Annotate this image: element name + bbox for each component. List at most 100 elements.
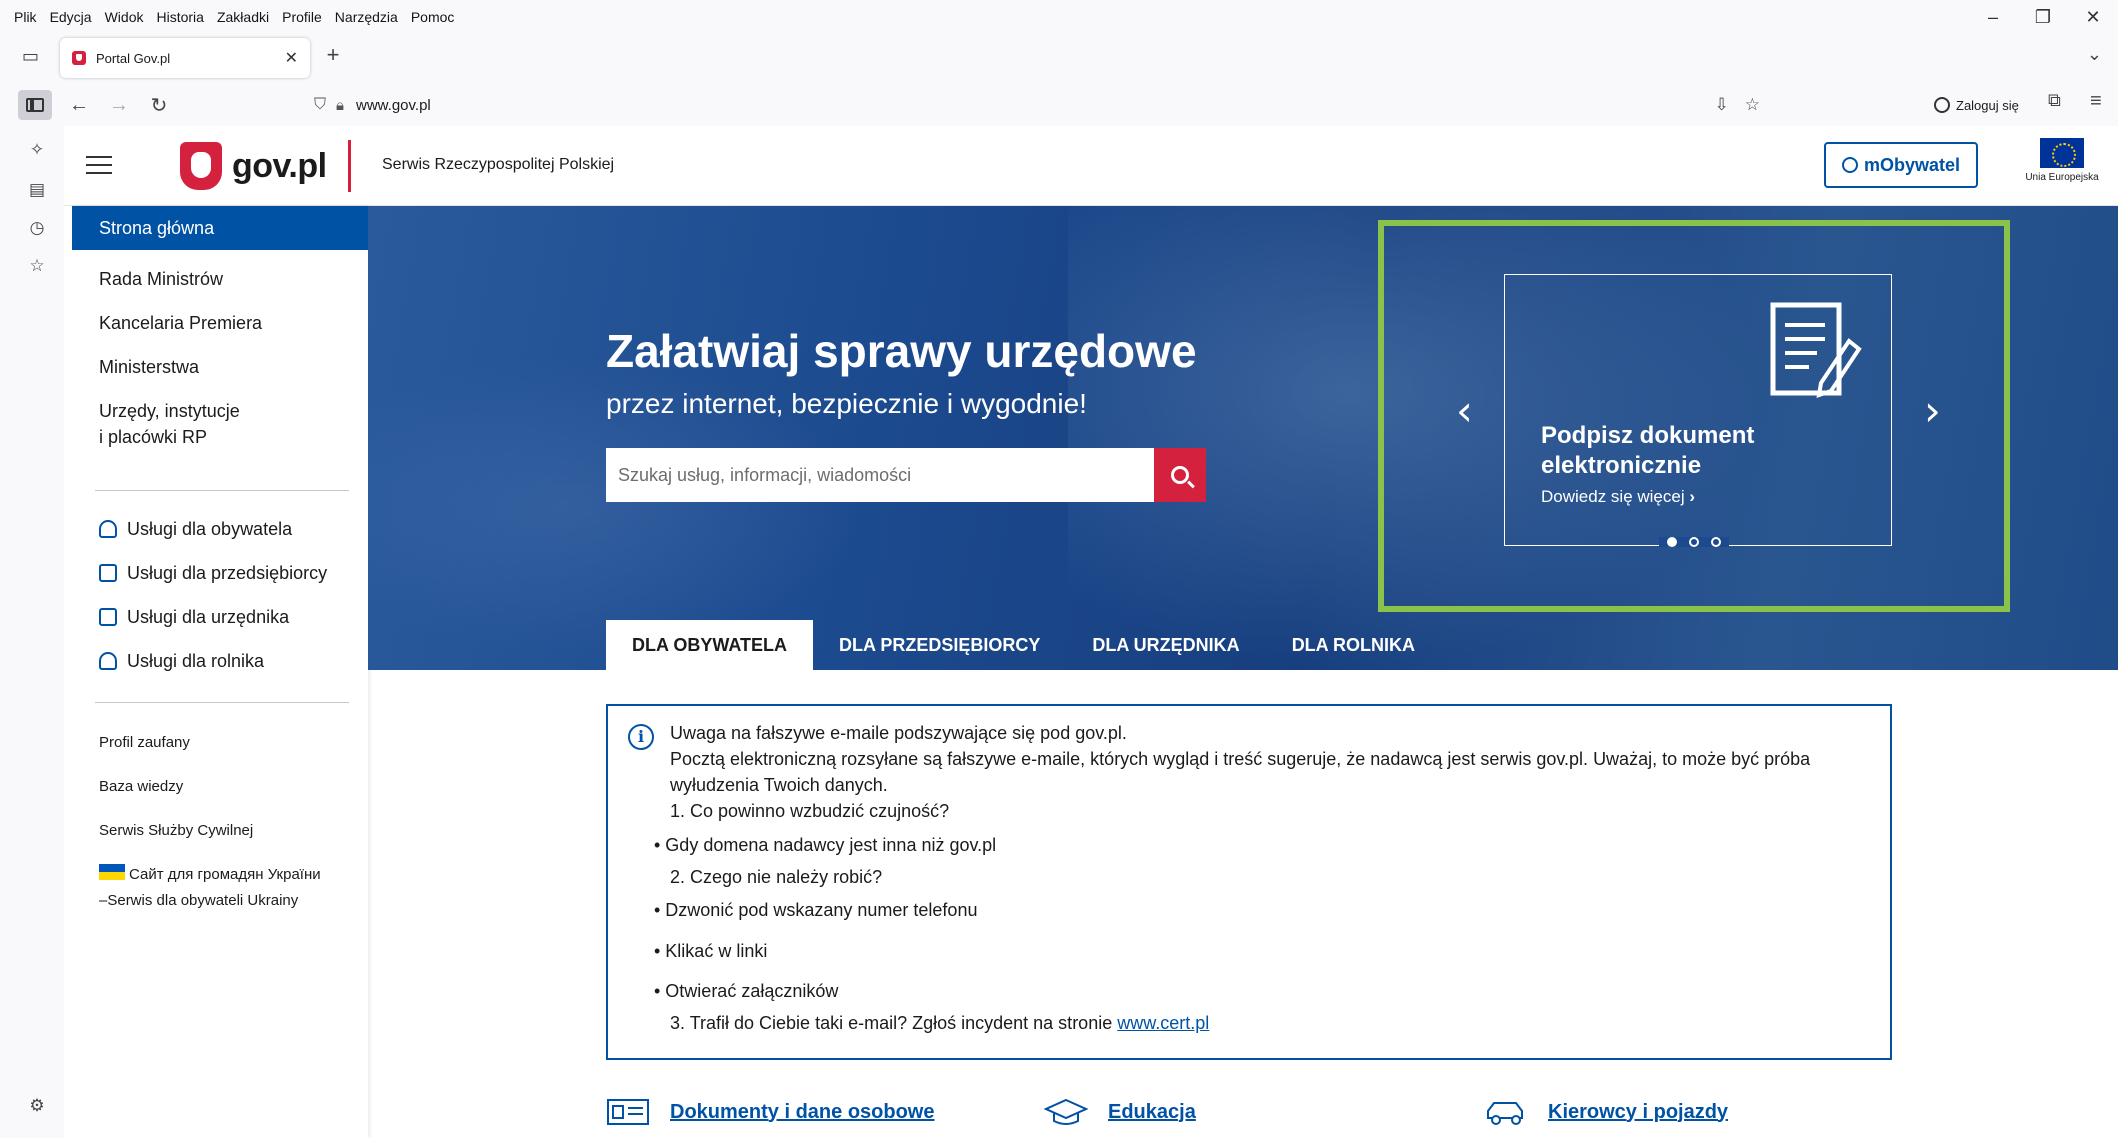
phishing-alert: i Uwaga na fałszywe e-maile podszywające… [606, 704, 1892, 1060]
nav-citizen-services[interactable]: Usługi dla obywatela [72, 516, 368, 542]
site-tagline: Serwis Rzeczypospolitej Polskiej [382, 156, 615, 173]
nav-ministries[interactable]: Ministerstwa [72, 354, 368, 380]
slide-title: Podpisz dokument elektronicznie [1541, 422, 1755, 479]
category-drivers[interactable]: Kierowcy i pojazdy [1484, 1096, 1728, 1128]
menu-help[interactable]: Pomoc [411, 9, 455, 25]
menu-edit[interactable]: Edycja [50, 9, 92, 25]
account-login-button[interactable]: Zaloguj się [1926, 88, 2027, 122]
url-text[interactable]: www.gov.pl [356, 97, 431, 114]
mobywatel-label: mObywatel [1863, 154, 1961, 175]
history-icon[interactable]: ◷ [26, 218, 48, 240]
tab-list-icon[interactable]: ▭ [22, 46, 46, 70]
alert-question-2: 2. Czego nie należy robić? [670, 867, 883, 887]
reload-button[interactable]: ↻ [144, 90, 174, 120]
tab-citizen[interactable]: DLA OBYWATELA [606, 620, 813, 670]
laptop-icon [99, 608, 117, 626]
settings-gear-icon[interactable]: ⚙ [26, 1096, 48, 1118]
menu-file[interactable]: Plik [14, 9, 37, 25]
slide-more-link[interactable]: Dowiedz się więcej › [1541, 487, 1695, 507]
tab-gov-portal[interactable]: Portal Gov.pl ✕ [60, 38, 310, 78]
alert-bullet: • Dzwonić pod wskazany numer telefonu [654, 900, 978, 920]
nav-home[interactable]: Strona główna [72, 206, 368, 250]
menu-bookmarks[interactable]: Zakładki [217, 9, 269, 25]
back-button[interactable]: ← [64, 90, 94, 120]
carousel-dot[interactable] [1711, 537, 1721, 547]
account-icon [1934, 97, 1950, 113]
nav-farmer-services[interactable]: Usługi dla rolnika [72, 648, 368, 674]
menu-tools[interactable]: Narzędzia [335, 9, 398, 25]
nav-ukraine-link[interactable]: Сайт для громадян України –Serwis dla ob… [72, 862, 368, 914]
gov-logo[interactable]: gov.pl [180, 142, 327, 190]
eu-flag-icon [2040, 138, 2084, 168]
nav-council-of-ministers[interactable]: Rada Ministrów [72, 266, 368, 292]
logo-text: gov.pl [232, 146, 327, 185]
tab-bar: ▭ Portal Gov.pl ✕ + ⌄ [8, 34, 2118, 84]
bookmarks-icon[interactable]: ☆ [26, 256, 48, 278]
ukraine-flag-icon [99, 864, 125, 880]
carousel-dot[interactable] [1667, 537, 1677, 547]
search-input[interactable] [606, 448, 1154, 502]
category-drivers-label: Kierowcy i pojazdy [1548, 1100, 1729, 1123]
close-window-button[interactable]: ✕ [2068, 0, 2118, 34]
audience-tabs: DLA OBYWATELA DLA PRZEDSIĘBIORCY DLA URZ… [606, 620, 1441, 670]
alert-bullet: • Otwierać załączników [654, 981, 839, 1001]
sidebar-toggle-button[interactable] [18, 90, 52, 120]
bookmark-star-icon[interactable]: ☆ [1745, 95, 1760, 115]
alert-text-1: Pocztą elektroniczną rozsyłane są fałszy… [670, 749, 1811, 769]
synced-tabs-icon[interactable]: ▤ [26, 180, 48, 202]
nav-civil-service[interactable]: Serwis Służby Cywilnej [72, 818, 368, 844]
forward-button[interactable]: → [104, 90, 134, 120]
search-button[interactable] [1154, 448, 1206, 502]
nav-chancellery[interactable]: Kancelaria Premiera [72, 310, 368, 336]
alert-title: Uwaga na fałszywe e-maile podszywające s… [670, 723, 1127, 743]
menu-view[interactable]: Widok [105, 9, 144, 25]
nav-offices-line2[interactable]: i placówki RP [72, 424, 368, 450]
category-documents[interactable]: Dokumenty i dane osobowe [606, 1096, 934, 1128]
save-page-icon[interactable]: ⇩ [1715, 95, 1729, 115]
tab-farmer[interactable]: DLA ROLNIKA [1266, 620, 1441, 670]
nav-official-services[interactable]: Usługi dla urzędnika [72, 604, 368, 630]
menu-profiles[interactable]: Profile [282, 9, 322, 25]
briefcase-icon [99, 564, 117, 582]
nav-trusted-profile[interactable]: Profil zaufany [72, 730, 368, 756]
car-icon [1487, 1102, 1523, 1125]
minimize-button[interactable]: – [1968, 0, 2018, 34]
promo-carousel: ‹ Podpisz dokument elektronicznie Dowied… [1378, 220, 2010, 612]
eu-label: Unia Europejska [2025, 172, 2099, 183]
url-bar[interactable]: ⛉ 🔒︎ www.gov.pl ⇩ ☆ [298, 88, 1768, 122]
carousel-slide[interactable]: Podpisz dokument elektronicznie Dowiedz … [1504, 274, 1892, 547]
nav-offices-line1[interactable]: Urzędy, instytucje [72, 398, 368, 424]
cert-link[interactable]: www.cert.pl [1117, 1013, 1209, 1033]
mobywatel-button[interactable]: mObywatel [1824, 142, 1978, 188]
tab-official[interactable]: DLA URZĘDNIKA [1066, 620, 1265, 670]
chevron-down-icon[interactable]: ⌄ [2087, 44, 2102, 65]
hamburger-icon[interactable] [86, 156, 112, 176]
browser-window: Plik Edycja Widok Historia Zakładki Prof… [8, 0, 2118, 1138]
side-navigation: Strona główna Rada Ministrów Kancelaria … [72, 206, 368, 1138]
lock-icon[interactable]: 🔒︎ [336, 97, 344, 114]
menu-history[interactable]: Historia [157, 9, 204, 25]
carousel-prev-icon[interactable]: ‹ [1456, 386, 1473, 435]
category-education-label: Edukacja [1108, 1100, 1196, 1123]
restore-button[interactable]: ❐ [2018, 0, 2068, 34]
new-tab-button[interactable]: + [318, 42, 348, 68]
category-education[interactable]: Edukacja [1044, 1096, 1196, 1128]
carousel-next-icon[interactable]: › [1924, 386, 1941, 435]
carousel-dots [1659, 537, 1729, 547]
extensions-icon[interactable]: ⧉ [2048, 90, 2061, 111]
tab-business[interactable]: DLA PRZEDSIĘBIORCY [813, 620, 1066, 670]
document-sign-icon [1770, 302, 1862, 398]
info-icon: i [628, 724, 654, 750]
ai-chat-icon[interactable]: ✧ [26, 140, 48, 162]
shield-icon[interactable]: ⛉ [314, 96, 326, 114]
nav-business-services[interactable]: Usługi dla przedsiębiorcy [72, 560, 368, 586]
hero-subtitle: przez internet, bezpiecznie i wygodnie! [606, 388, 1087, 419]
nav-divider [95, 490, 349, 491]
hamburger-menu-icon[interactable]: ≡ [2090, 90, 2102, 113]
hero-banner: Załatwiaj sprawy urzędowe przez internet… [368, 206, 2118, 670]
close-tab-icon[interactable]: ✕ [285, 48, 298, 68]
carousel-dot[interactable] [1689, 537, 1699, 547]
alert-question-1: 1. Co powinno wzbudzić czujność? [670, 801, 950, 821]
nav-knowledge-base[interactable]: Baza wiedzy [72, 774, 368, 800]
tab-title: Portal Gov.pl [96, 50, 171, 66]
